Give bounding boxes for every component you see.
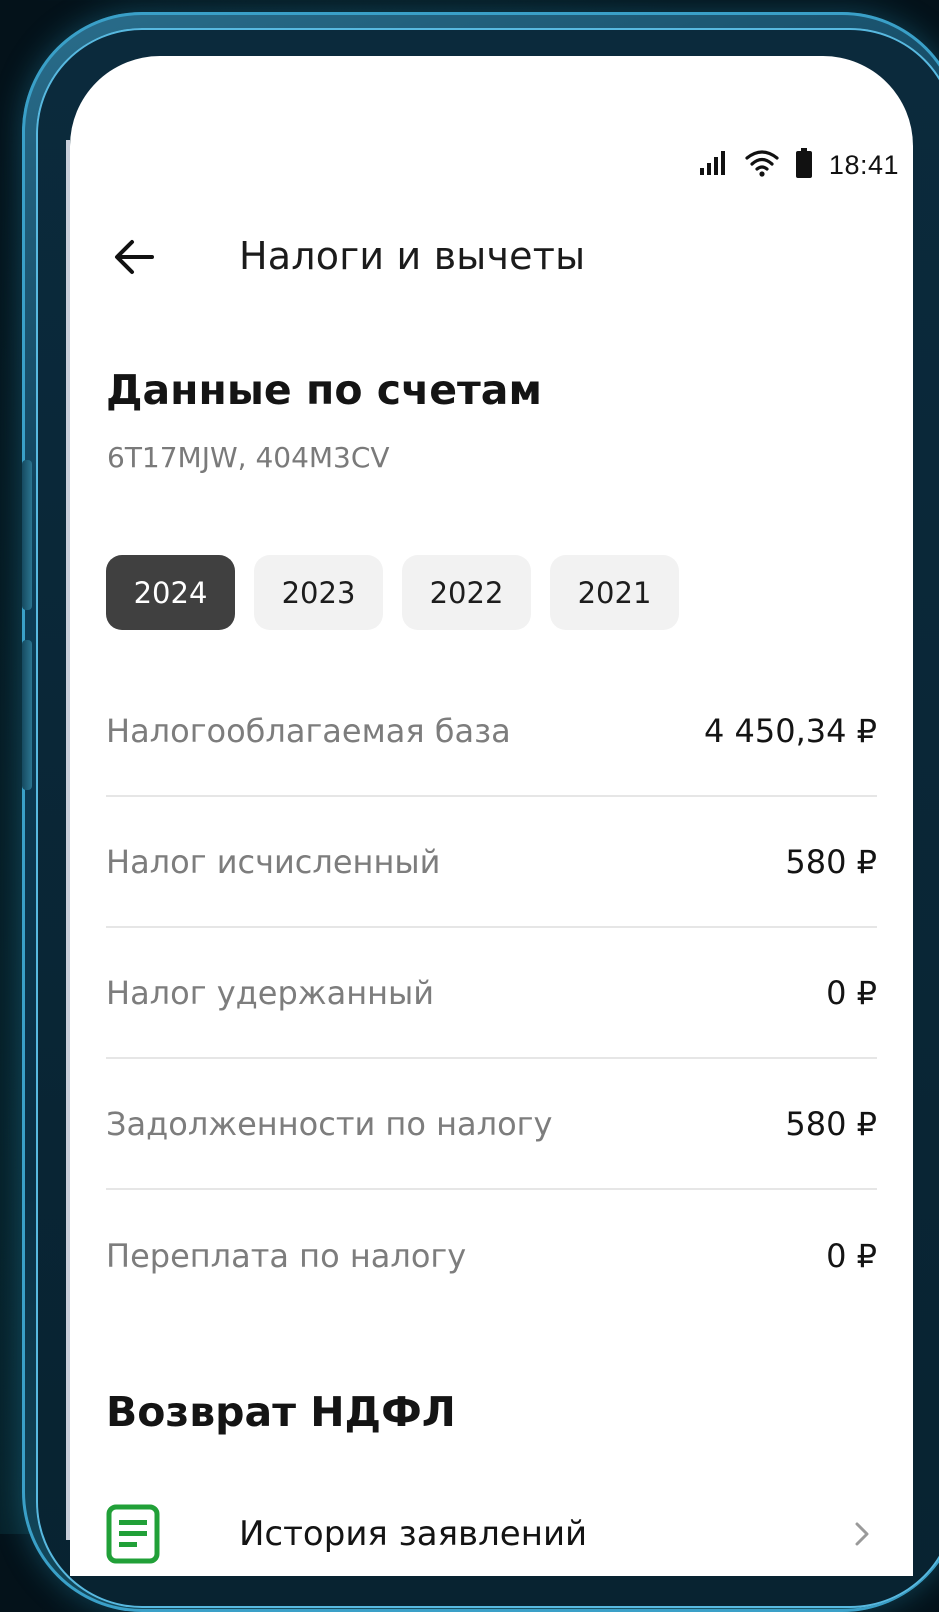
battery-icon: [795, 148, 813, 182]
side-button-upper: [22, 460, 32, 610]
row-label: Налог удержанный: [106, 973, 435, 1012]
status-time: 18:41: [828, 149, 899, 180]
accounts-section-title: Данные по счетам: [106, 366, 542, 414]
row-value: 0 ₽: [826, 1236, 877, 1275]
row-label: Переплата по налогу: [106, 1236, 467, 1275]
year-chip-2024[interactable]: 2024: [106, 555, 235, 630]
arrow-left-icon: [112, 237, 156, 281]
accounts-subtitle: 6T17MJW, 404M3CV: [107, 441, 390, 474]
row-label: Налог исчисленный: [106, 842, 441, 881]
row-label: Налогооблагаемая база: [106, 711, 511, 750]
chevron-right-icon: [847, 1519, 877, 1549]
row-value: 0 ₽: [826, 973, 877, 1012]
history-label: История заявлений: [239, 1514, 588, 1554]
year-selector: 2024 2023 2022 2021: [106, 555, 679, 630]
refund-section-title: Возврат НДФЛ: [106, 1388, 456, 1436]
row-label: Задолженности по налогу: [106, 1104, 553, 1143]
phone-screen: 18:41 Налоги и вычеты Данные по счетам 6…: [70, 56, 913, 1576]
side-button-lower: [22, 640, 32, 790]
row-value: 4 450,34 ₽: [703, 711, 877, 750]
row-value: 580 ₽: [785, 842, 877, 881]
tax-data-list: Налогооблагаемая база 4 450,34 ₽ Налог и…: [106, 666, 877, 1321]
page-title: Налоги и вычеты: [239, 234, 586, 278]
tax-row-taxable-base: Налогооблагаемая база 4 450,34 ₽: [106, 666, 877, 797]
history-list-item[interactable]: История заявлений: [106, 1484, 877, 1576]
year-chip-2021[interactable]: 2021: [550, 555, 679, 630]
tax-row-withheld: Налог удержанный 0 ₽: [106, 928, 877, 1059]
signal-icon: [699, 150, 729, 180]
back-button[interactable]: [110, 237, 158, 281]
year-chip-2022[interactable]: 2022: [402, 555, 531, 630]
row-value: 580 ₽: [785, 1104, 877, 1143]
year-chip-2023[interactable]: 2023: [254, 555, 383, 630]
tax-row-debt: Задолженности по налогу 580 ₽: [106, 1059, 877, 1190]
tax-row-calculated: Налог исчисленный 580 ₽: [106, 797, 877, 928]
document-icon: [106, 1504, 176, 1564]
wifi-icon: [745, 149, 779, 181]
tax-row-overpayment: Переплата по налогу 0 ₽: [106, 1190, 877, 1321]
status-bar: 18:41: [699, 148, 899, 182]
